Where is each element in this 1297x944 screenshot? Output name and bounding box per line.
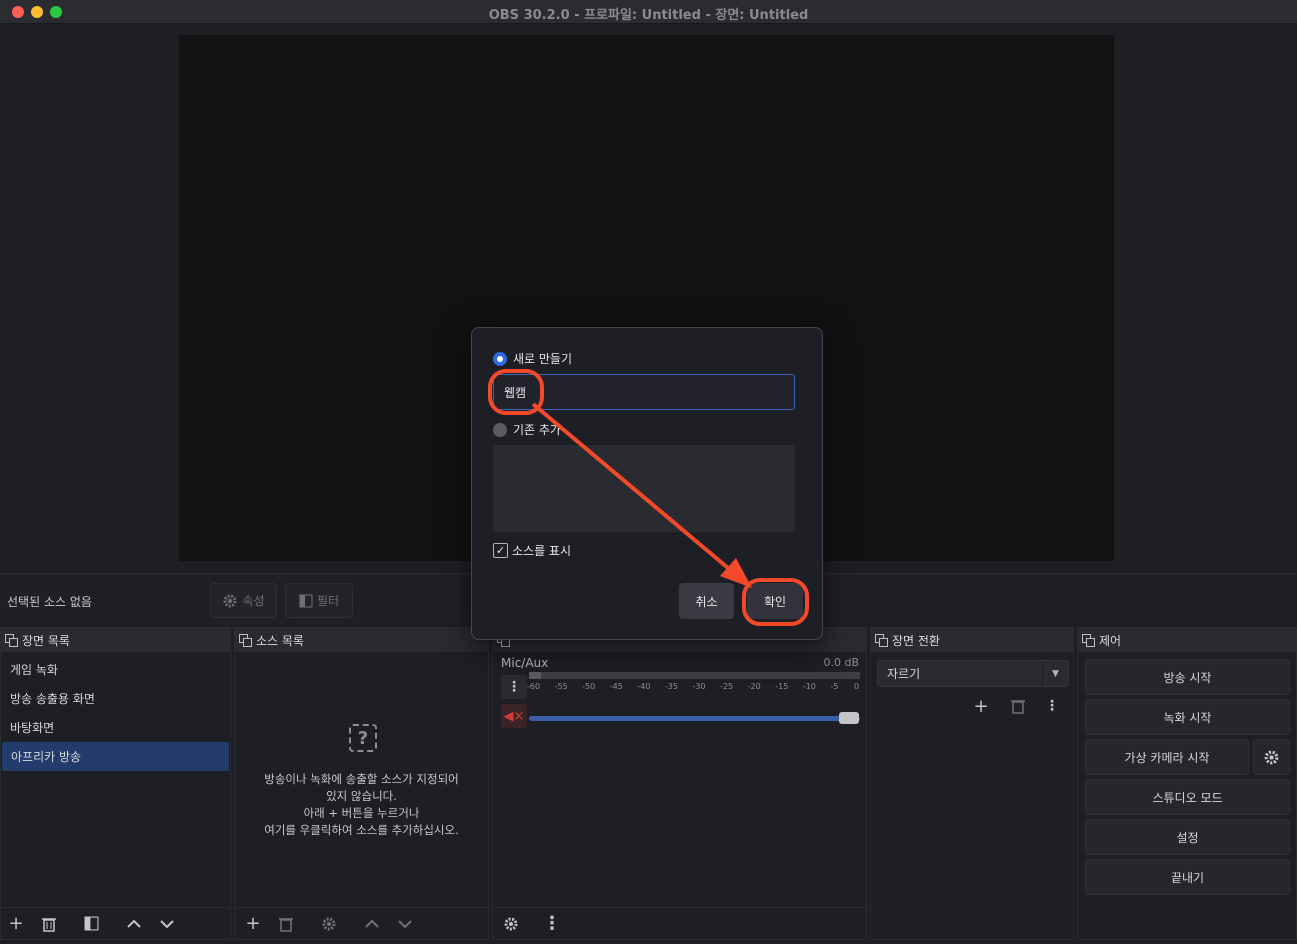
annotation-arrow <box>531 402 752 588</box>
